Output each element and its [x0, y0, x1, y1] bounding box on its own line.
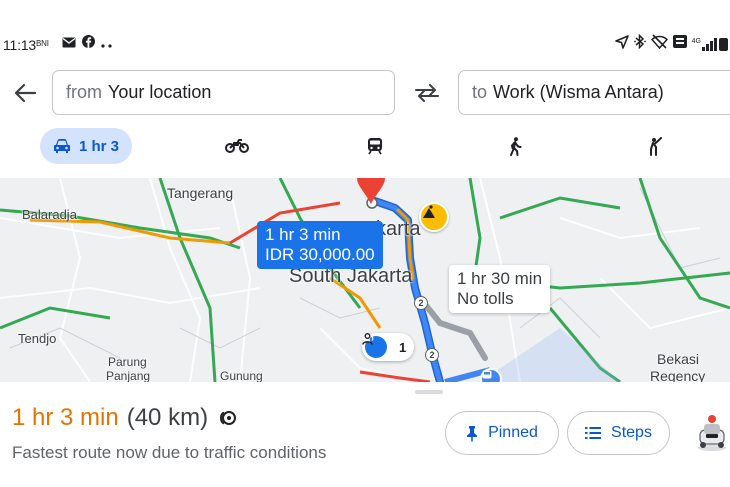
swap-arrows-icon — [415, 84, 439, 102]
map-label-regency: Regency — [650, 368, 706, 382]
status-bar: 11:13BNI 4G — [0, 0, 730, 68]
pin-icon — [467, 425, 478, 441]
map-label-bekasi: Bekasi — [657, 351, 700, 367]
destination-value: Work (Wisma Antara) — [493, 82, 664, 102]
signal-icon: 4G — [692, 37, 728, 51]
report-count: 1 — [399, 339, 407, 355]
status-right-icons: 4G — [614, 33, 728, 54]
highway-marker: 2 — [414, 296, 428, 310]
origin-value: Your location — [108, 82, 212, 102]
alt-route-note: No tolls — [457, 289, 514, 308]
tab-walk[interactable] — [501, 128, 529, 164]
location-arrow-icon — [614, 34, 629, 54]
route-summary: 1 hr 3 min (40 km) — [12, 404, 237, 432]
map-label-parung: Parung — [108, 355, 147, 369]
tab-transit[interactable] — [360, 128, 390, 164]
ride-hail-icon — [649, 136, 662, 156]
report-chip[interactable]: 1 — [362, 333, 415, 361]
origin-prefix: from — [66, 82, 102, 102]
map-label-gunung: Gunung — [220, 369, 263, 383]
destination-prefix: to — [472, 82, 488, 102]
back-button[interactable] — [10, 78, 40, 108]
facebook-icon — [82, 35, 95, 53]
car-icon — [53, 139, 70, 153]
mail-icon — [62, 35, 76, 53]
walk-icon — [510, 136, 522, 156]
tab-drive-label: 1 hr 3 — [78, 137, 120, 155]
list-icon — [585, 427, 602, 439]
tab-ride-hail[interactable] — [641, 128, 669, 164]
steps-label: Steps — [611, 424, 652, 441]
map-label-balaradja: Balaradja — [22, 207, 77, 222]
wifi-off-icon — [650, 34, 668, 54]
route-distance: (40 km) — [126, 404, 209, 431]
highway-marker: 2 — [425, 348, 439, 362]
pinned-button[interactable]: Pinned — [445, 411, 559, 455]
status-left-icons — [62, 35, 113, 53]
route-duration: 1 hr 3 min — [12, 404, 119, 431]
route-subtitle: Fastest route now due to traffic conditi… — [12, 443, 327, 462]
primary-route-callout[interactable]: 1 hr 3 min IDR 30,000.00 — [257, 221, 383, 269]
swap-button[interactable] — [412, 80, 442, 106]
car-avatar-icon[interactable] — [694, 412, 730, 452]
tab-drive[interactable]: 1 hr 3 — [40, 128, 132, 164]
more-dots-icon — [101, 35, 113, 53]
volte-icon — [672, 35, 687, 53]
train-icon — [368, 138, 382, 155]
drag-handle[interactable] — [415, 390, 443, 394]
map-label-panjang: Panjang — [106, 369, 151, 383]
steps-button[interactable]: Steps — [567, 411, 670, 455]
primary-route-duration: 1 hr 3 min — [265, 225, 341, 244]
toll-icon — [218, 409, 237, 427]
alt-route-duration: 1 hr 30 min — [457, 269, 543, 288]
map-label-tendjo: Tendjo — [18, 331, 57, 346]
tab-motorcycle[interactable] — [220, 128, 254, 164]
origin-field[interactable]: from Your location — [52, 70, 395, 115]
route-details-sheet: 1 hr 3 min (40 km) Fastest route now due… — [0, 382, 730, 487]
alt-route-callout[interactable]: 1 hr 30 min No tolls — [449, 265, 551, 313]
arrow-back-icon — [14, 83, 36, 103]
travel-mode-tabs: 1 hr 3 — [0, 128, 730, 166]
pinned-label: Pinned — [488, 424, 538, 441]
destination-field[interactable]: to Work (Wisma Antara) — [458, 70, 730, 115]
primary-route-cost: IDR 30,000.00 — [265, 245, 375, 264]
motorcycle-icon — [225, 139, 249, 153]
roadwork-icon[interactable] — [419, 202, 449, 232]
map-label-tangerang: Tangerang — [167, 185, 234, 201]
map-label-jakarta: karta — [376, 218, 421, 240]
bluetooth-icon — [633, 33, 646, 54]
status-time: 11:13BNI — [3, 37, 49, 53]
destination-pin-icon[interactable] — [357, 178, 385, 209]
